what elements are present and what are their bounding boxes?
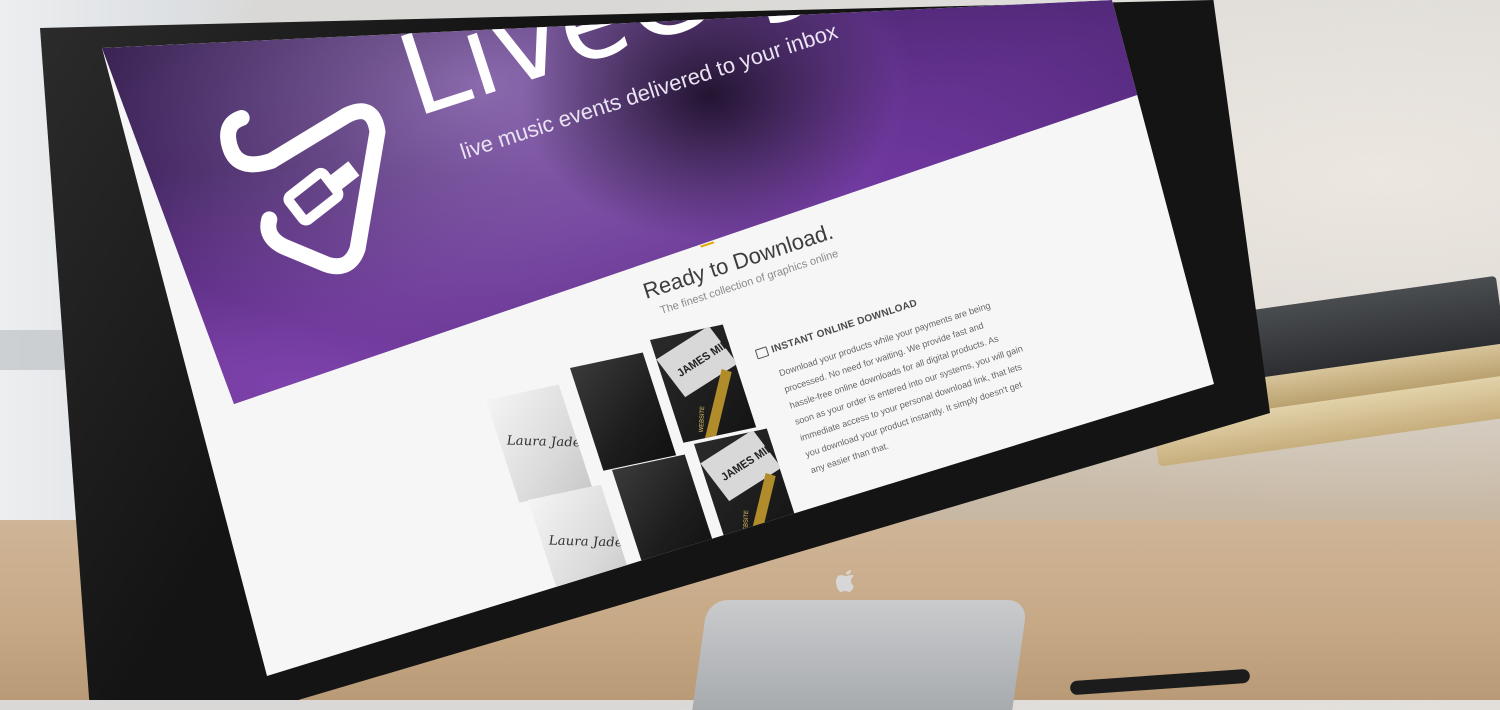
- card-name: Laura Jade: [506, 433, 582, 451]
- apple-logo-icon: [835, 566, 857, 592]
- card-name: Laura Jade: [548, 533, 624, 551]
- card-label: WEBSITE: [698, 405, 707, 433]
- product-thumbnail[interactable]: Laura Jade: [486, 384, 593, 503]
- monitor-stand: [692, 600, 1028, 710]
